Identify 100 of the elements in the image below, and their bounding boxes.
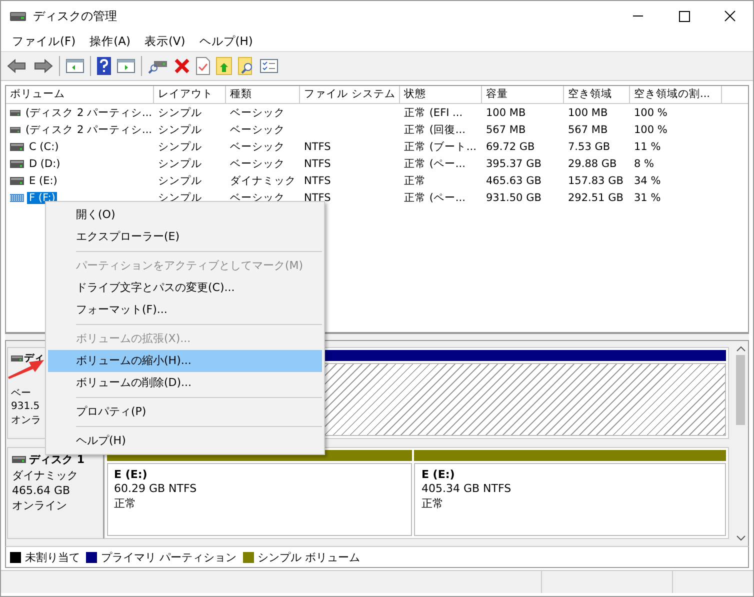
- delete-icon[interactable]: [174, 58, 190, 74]
- context-menu-item[interactable]: 開く(O): [48, 204, 322, 226]
- table-cell: 正常 (ブート...: [404, 140, 476, 152]
- window-title: ディスクの管理: [33, 8, 117, 24]
- folder-search-icon[interactable]: [238, 57, 254, 75]
- table-cell: 正常 (ペー...: [404, 192, 466, 204]
- column-header[interactable]: 空き領域の割...: [630, 86, 722, 103]
- table-cell: シンプル: [158, 106, 202, 118]
- scroll-down-icon[interactable]: [736, 534, 746, 542]
- volume-icon: [10, 176, 24, 184]
- table-cell: NTFS: [304, 174, 331, 186]
- table-cell: 正常 (EFI ...: [404, 106, 463, 118]
- disk-info: 931.5: [11, 401, 40, 412]
- table-cell: NTFS: [304, 192, 331, 204]
- context-menu-item[interactable]: ボリュームの縮小(H)...: [48, 350, 322, 372]
- disk-name: ディスク 1: [29, 452, 84, 467]
- forward-icon[interactable]: [33, 58, 53, 74]
- column-header[interactable]: 種類: [226, 86, 300, 103]
- table-cell: ベーシック: [230, 140, 285, 152]
- table-cell: シンプル: [158, 140, 202, 152]
- table-cell: 100 %: [634, 106, 668, 118]
- table-cell: 100 MB: [568, 106, 608, 118]
- drive-search-icon[interactable]: [148, 58, 168, 74]
- table-cell: 29.88 GB: [568, 158, 617, 170]
- checklist-icon[interactable]: [260, 59, 278, 73]
- disk-drive-icon: [9, 9, 27, 23]
- table-cell: シンプル: [158, 124, 202, 136]
- column-header[interactable]: レイアウト: [154, 86, 226, 103]
- volume-icon: [10, 142, 24, 150]
- table-cell: NTFS: [304, 158, 331, 170]
- menu-item[interactable]: 操作(A): [82, 34, 138, 48]
- window-icon[interactable]: [117, 59, 135, 73]
- column-header[interactable]: 状態: [400, 86, 482, 103]
- table-cell: シンプル: [158, 158, 202, 170]
- table-cell: 567 MB: [568, 124, 608, 136]
- table-cell: シンプル: [158, 174, 202, 186]
- table-cell: 157.83 GB: [568, 174, 624, 186]
- context-menu-item[interactable]: エクスプローラー(E): [48, 226, 322, 248]
- legend-label: プライマリ パーティション: [101, 550, 236, 564]
- table-cell: 292.51 GB: [568, 192, 624, 204]
- disk-info: オンライン: [12, 498, 67, 513]
- table-cell-text: C (C:): [28, 140, 60, 152]
- table-cell-text: (ディスク 2 パーティシ...: [24, 106, 153, 120]
- table-cell: 931.50 GB: [486, 192, 542, 204]
- legend-label: シンプル ボリューム: [258, 550, 360, 564]
- volume-icon: [10, 160, 24, 168]
- column-header[interactable]: ボリューム: [6, 86, 154, 103]
- table-cell: ベーシック: [230, 124, 285, 136]
- disk-info: 465.64 GB: [12, 484, 70, 497]
- table-cell: 正常: [404, 174, 426, 186]
- partition-status: 正常: [421, 496, 444, 511]
- disk-info: ダイナミック: [12, 468, 78, 483]
- column-header[interactable]: 容量: [482, 86, 564, 103]
- scroll-up-icon[interactable]: [736, 345, 746, 353]
- context-menu-item[interactable]: プロパティ(P): [48, 401, 322, 423]
- volume-icon: [10, 108, 21, 116]
- table-cell: NTFS: [304, 140, 331, 152]
- partition-name: E (E:): [114, 468, 148, 481]
- table-cell: F (F:): [27, 192, 58, 204]
- volume-icon: [10, 194, 24, 202]
- table-cell: 395.37 GB: [486, 158, 542, 170]
- table-cell: 31 %: [634, 192, 661, 204]
- volume-icon: [10, 126, 21, 134]
- scrollbar-thumb[interactable]: [736, 355, 745, 425]
- table-cell: 正常 (回復...: [404, 124, 466, 136]
- table-cell: 8 %: [634, 158, 654, 170]
- column-header[interactable]: ファイル システム: [300, 86, 400, 103]
- table-cell: 11 %: [634, 140, 661, 152]
- table-cell: ダイナミック: [230, 174, 296, 186]
- table-cell: ベーシック: [230, 106, 285, 118]
- table-cell: 69.72 GB: [486, 140, 535, 152]
- legend-label: 未割り当て: [25, 550, 80, 564]
- table-cell: 7.53 GB: [568, 140, 610, 152]
- table-cell-text: D (D:): [28, 158, 62, 170]
- context-menu-item[interactable]: ボリュームの削除(D)...: [48, 372, 322, 394]
- table-cell: 465.63 GB: [486, 174, 542, 186]
- table-cell: 100 MB: [486, 106, 526, 118]
- context-menu-item[interactable]: ヘルプ(H): [48, 430, 322, 452]
- disk-info: オンラ: [11, 414, 41, 427]
- context-menu-item[interactable]: ドライブ文字とパスの変更(C)...: [48, 277, 322, 299]
- partition-name: E (E:): [421, 468, 456, 481]
- console-tree-icon[interactable]: [66, 59, 84, 73]
- menu-item[interactable]: 表示(V): [137, 34, 192, 48]
- column-header[interactable]: 空き領域: [564, 86, 630, 103]
- table-cell: ベーシック: [230, 158, 285, 170]
- table-cell-text: E (E:): [28, 174, 58, 186]
- context-menu-item[interactable]: フォーマット(F)...: [48, 299, 322, 321]
- help-icon[interactable]: [97, 57, 111, 75]
- table-cell-text: (ディスク 2 パーティシ...: [24, 122, 153, 136]
- table-cell: 正常 (ペー...: [404, 158, 466, 170]
- menu-item[interactable]: ファイル(F): [5, 34, 83, 48]
- disk-info: ベー: [11, 387, 31, 400]
- back-icon[interactable]: [7, 58, 27, 74]
- menu-item[interactable]: ヘルプ(H): [192, 34, 260, 48]
- table-cell: 100 %: [634, 124, 668, 136]
- partition-size: 60.29 GB NTFS: [114, 482, 198, 495]
- table-cell: 567 MB: [486, 124, 526, 136]
- partition-size: 405.34 GB NTFS: [421, 482, 512, 495]
- partition-status: 正常: [114, 496, 137, 511]
- checked-document-icon[interactable]: [196, 57, 210, 75]
